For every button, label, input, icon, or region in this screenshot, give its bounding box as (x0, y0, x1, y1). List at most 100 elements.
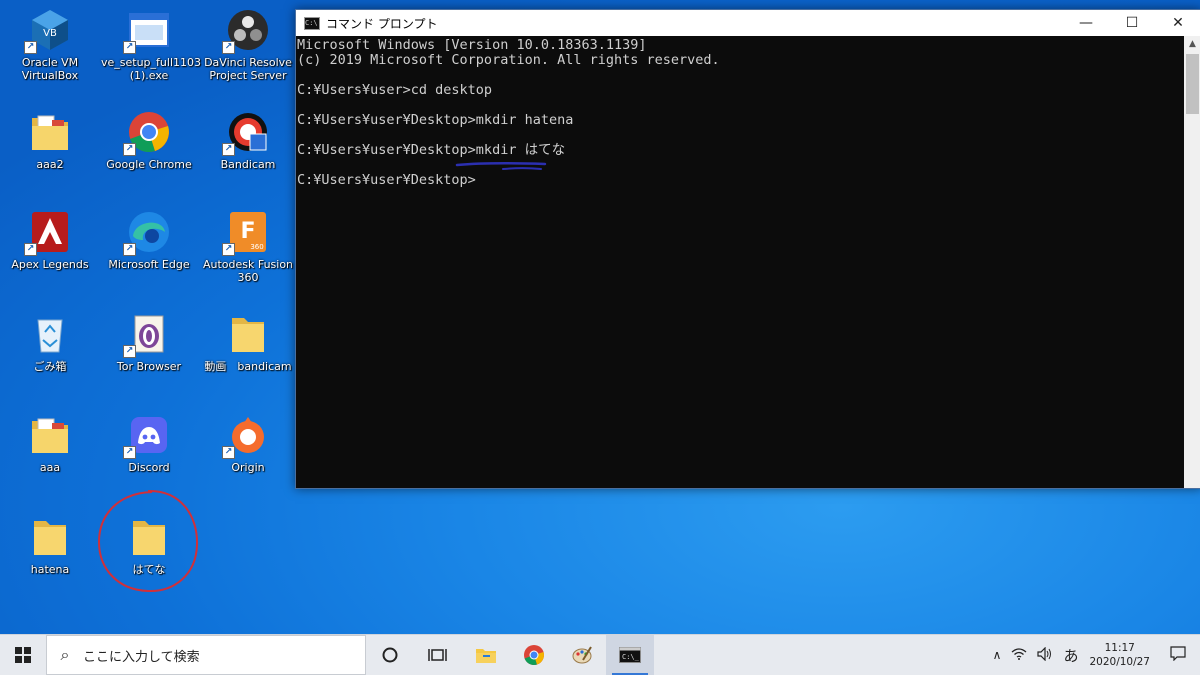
discord-icon: ↗ (123, 413, 171, 459)
shortcut-arrow-icon: ↗ (24, 243, 37, 256)
cmd-app-icon: C:\ (304, 16, 320, 30)
wifi-icon[interactable] (1006, 647, 1032, 663)
shortcut-arrow-icon: ↗ (222, 143, 235, 156)
recycle-icon (28, 312, 72, 356)
origin-icon: ↗ (222, 413, 270, 459)
desktop-icon-label: Tor Browser (116, 360, 182, 373)
search-box[interactable]: ⌕ ここに入力して検索 (46, 635, 366, 675)
desktop-icon-tor[interactable]: ↗ Tor Browser (101, 312, 197, 373)
cmd-taskbar-button[interactable]: C:\_ (606, 635, 654, 675)
svg-text:360: 360 (250, 243, 263, 251)
command-prompt-window[interactable]: C:\ コマンド プロンプト — ☐ ✕ Microsoft Windows [… (295, 9, 1200, 489)
cmd-icon: C:\_ (619, 647, 641, 663)
paint-icon (572, 646, 592, 664)
desktop-icon-virtualbox[interactable]: VB ↗ Oracle VM VirtualBox (2, 8, 98, 82)
desktop-icon-recycle[interactable]: ごみ箱 (2, 312, 98, 373)
desktop-icon-fusion[interactable]: F 360 ↗ Autodesk Fusion 360 (200, 210, 296, 284)
folder-icon (226, 312, 270, 356)
console-line: (c) 2019 Microsoft Corporation. All righ… (297, 52, 720, 68)
desktop-icon-label: Bandicam (220, 158, 276, 171)
shortcut-arrow-icon: ↗ (123, 446, 136, 459)
maximize-button[interactable]: ☐ (1109, 10, 1155, 36)
desktop-icon-label: Microsoft Edge (108, 258, 190, 271)
close-button[interactable]: ✕ (1155, 10, 1200, 36)
desktop-icon-davinci[interactable]: ↗ DaVinci Resolve Project Server (200, 8, 296, 82)
desktop-icon-label: Autodesk Fusion 360 (202, 258, 294, 284)
desktop-icon-label: ごみ箱 (33, 360, 67, 373)
cmd-title: コマンド プロンプト (326, 16, 438, 31)
folder-docs-icon (28, 413, 72, 457)
search-placeholder: ここに入力して検索 (83, 649, 200, 665)
show-hidden-icons-chevron-icon[interactable]: ∧ (988, 648, 1007, 662)
folder-docs-icon (28, 110, 72, 154)
shortcut-arrow-icon: ↗ (123, 41, 136, 54)
windows-logo-icon (15, 647, 31, 663)
svg-text:F: F (240, 219, 255, 244)
clock[interactable]: 11:17 2020/10/27 (1083, 641, 1160, 669)
minimize-button[interactable]: — (1063, 10, 1109, 36)
scroll-thumb[interactable] (1186, 54, 1199, 114)
fusion-icon: F 360 ↗ (222, 210, 270, 256)
console-line: C:¥Users¥user>cd desktop (297, 82, 493, 98)
cortana-button[interactable] (366, 635, 414, 675)
shortcut-arrow-icon: ↗ (222, 446, 235, 459)
clock-time: 11:17 (1104, 642, 1135, 654)
desktop-icon-folder-docs[interactable]: aaa (2, 413, 98, 474)
start-button[interactable] (0, 635, 46, 675)
volume-icon[interactable] (1032, 646, 1058, 664)
desktop-icon-folder[interactable]: 動画 bandicam (200, 312, 296, 373)
console-line: C:¥Users¥user¥Desktop> (297, 172, 476, 188)
svg-text:VB: VB (43, 28, 57, 39)
desktop-icon-label: aaa2 (36, 158, 64, 171)
desktop-icon-exe[interactable]: ↗ ve_setup_full1103 (1).exe (101, 8, 201, 82)
desktop-icon-origin[interactable]: ↗ Origin (200, 413, 296, 474)
task-view-icon (428, 649, 447, 661)
desktop-icon-folder[interactable]: hatena (2, 515, 98, 576)
desktop-icon-label: hatena (30, 563, 70, 576)
file-explorer-button[interactable] (462, 635, 510, 675)
tor-icon: ↗ (123, 312, 171, 358)
cmd-titlebar[interactable]: C:\ コマンド プロンプト — ☐ ✕ (296, 10, 1200, 36)
desktop-icon-edge[interactable]: ↗ Microsoft Edge (101, 210, 197, 271)
red-circle-annotation (97, 489, 199, 593)
shortcut-arrow-icon: ↗ (123, 243, 136, 256)
desktop-icon-label: Oracle VM VirtualBox (21, 56, 79, 82)
desktop-icon-apex[interactable]: ↗ Apex Legends (2, 210, 98, 271)
shortcut-arrow-icon: ↗ (222, 243, 235, 256)
apex-icon: ↗ (24, 210, 72, 256)
task-view-button[interactable] (414, 635, 462, 675)
notification-center-icon[interactable] (1160, 646, 1200, 664)
folder-icon (28, 515, 72, 559)
scrollbar[interactable]: ▲ (1184, 36, 1200, 488)
bandicam-icon: ↗ (222, 110, 270, 156)
desktop-icon-chrome[interactable]: ↗ Google Chrome (101, 110, 197, 171)
clock-date: 2020/10/27 (1089, 656, 1150, 668)
chrome-icon: ↗ (123, 110, 171, 156)
shortcut-arrow-icon: ↗ (222, 41, 235, 54)
desktop-icon-folder-docs[interactable]: aaa2 (2, 110, 98, 171)
cortana-icon (382, 647, 398, 663)
console-line: C:¥Users¥user¥Desktop>mkdir はてな (297, 142, 566, 158)
desktop-icon-label: Google Chrome (106, 158, 192, 171)
desktop-icon-bandicam[interactable]: ↗ Bandicam (200, 110, 296, 171)
desktop-icon-label: DaVinci Resolve Project Server (204, 56, 292, 82)
paint-taskbar-button[interactable] (558, 635, 606, 675)
desktop-icon-label: Apex Legends (11, 258, 89, 271)
taskbar: ⌕ ここに入力して検索 C:\_ ∧ あ 11:17 2020/10/27 (0, 634, 1200, 675)
svg-text:C:\_: C:\_ (622, 653, 640, 661)
desktop-icon-label: ve_setup_full1103 (1).exe (101, 56, 201, 82)
scroll-up-icon[interactable]: ▲ (1184, 36, 1200, 53)
console-line: C:¥Users¥user¥Desktop>mkdir hatena (297, 112, 574, 128)
console-output[interactable]: Microsoft Windows [Version 10.0.18363.11… (296, 36, 1200, 188)
search-icon: ⌕ (60, 645, 70, 664)
virtualbox-icon: VB ↗ (24, 8, 72, 54)
desktop-icon-discord[interactable]: ↗ Discord (101, 413, 197, 474)
chrome-taskbar-button[interactable] (510, 635, 558, 675)
shortcut-arrow-icon: ↗ (123, 345, 136, 358)
ime-indicator[interactable]: あ (1058, 645, 1083, 666)
shortcut-arrow-icon: ↗ (123, 143, 136, 156)
